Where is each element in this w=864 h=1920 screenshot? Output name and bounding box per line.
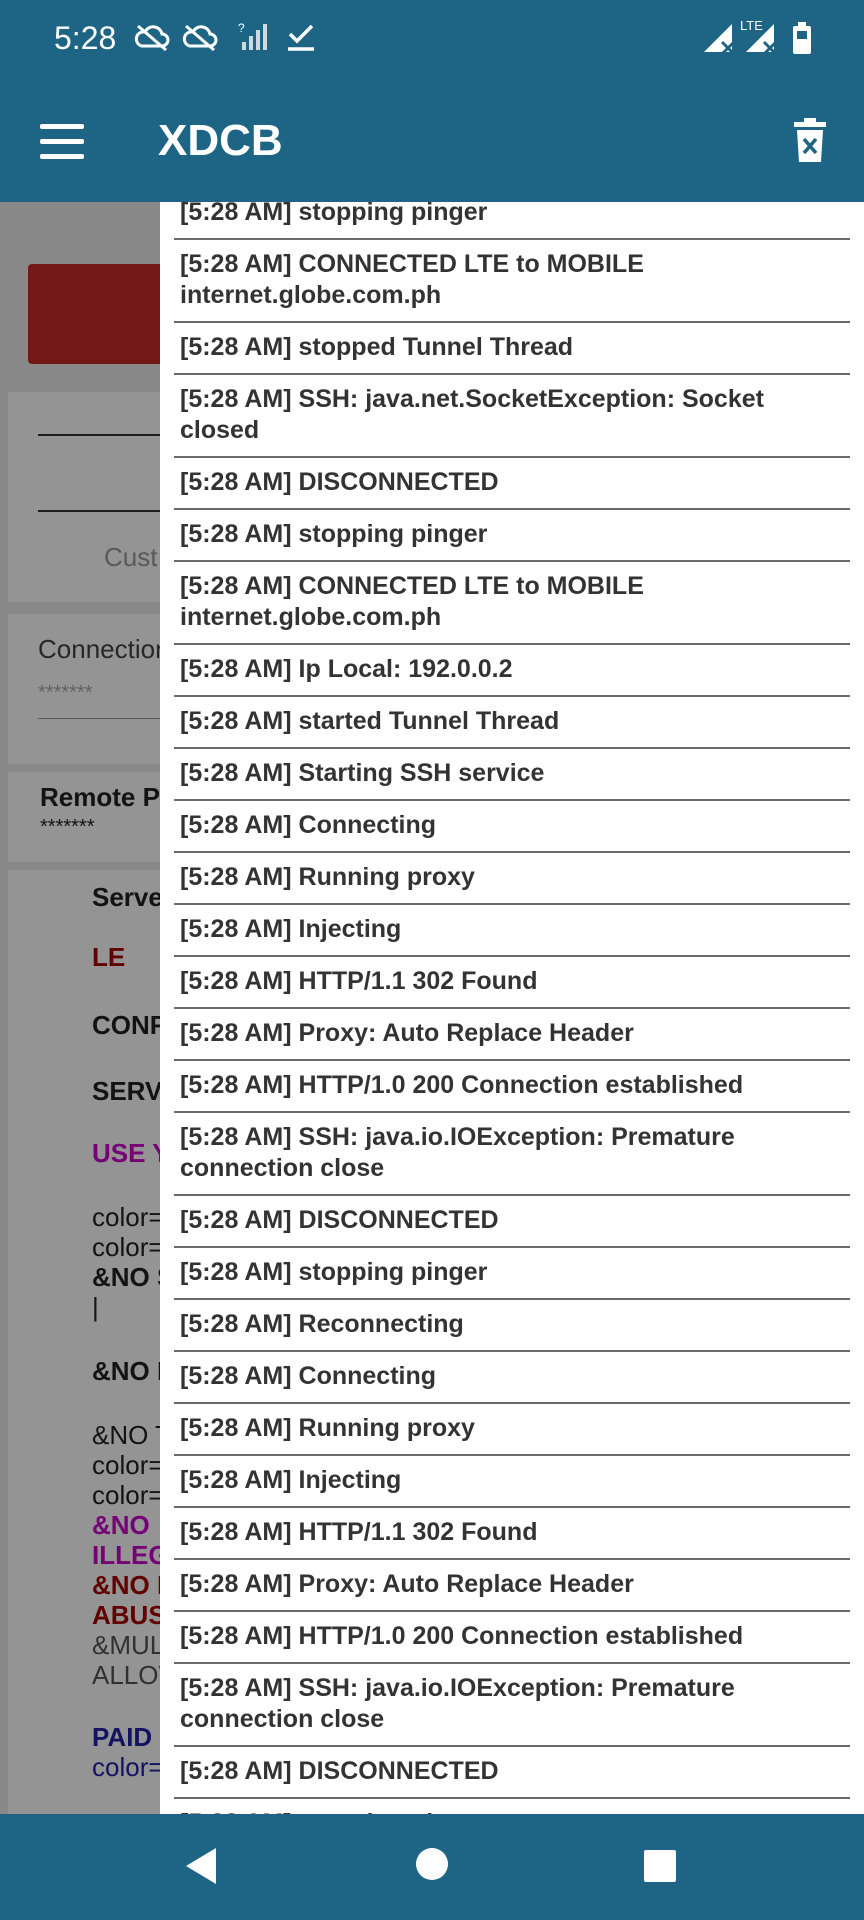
log-entry: [5:28 AM] Proxy: Auto Replace Header bbox=[174, 1560, 850, 1612]
log-entry: [5:28 AM] CONNECTED LTE to MOBILE intern… bbox=[174, 562, 850, 645]
check-download-icon bbox=[288, 24, 314, 51]
log-entry: [5:28 AM] Connecting bbox=[174, 801, 850, 853]
menu-icon[interactable] bbox=[40, 124, 84, 160]
status-time: 5:28 bbox=[54, 20, 117, 56]
log-entry: [5:28 AM] HTTP/1.1 302 Found bbox=[174, 957, 850, 1009]
signal-x-icon bbox=[704, 24, 736, 54]
log-entry: [5:28 AM] SSH: java.net.SocketException:… bbox=[174, 375, 850, 458]
log-entry: [5:28 AM] SSH: java.io.IOException: Prem… bbox=[174, 1113, 850, 1196]
log-entry: [5:28 AM] HTTP/1.0 200 Connection establ… bbox=[174, 1612, 850, 1664]
cloud-off-icon bbox=[182, 24, 218, 52]
app-bar: XDCB bbox=[0, 82, 864, 202]
log-entry: [5:28 AM] stopping pinger bbox=[174, 202, 850, 240]
svg-text:?: ? bbox=[238, 22, 245, 35]
log-entry: [5:28 AM] Running proxy bbox=[174, 853, 850, 905]
app-title: XDCB bbox=[158, 116, 283, 165]
status-bar: 5:28 ? LTE bbox=[0, 0, 864, 82]
log-entry: [5:28 AM] SSH: java.io.IOException: Prem… bbox=[174, 1664, 850, 1747]
log-entry: [5:28 AM] Injecting bbox=[174, 905, 850, 957]
cloud-off-icon bbox=[134, 24, 170, 52]
log-entry: [5:28 AM] CONNECTED LTE to MOBILE intern… bbox=[174, 240, 850, 323]
log-entry: [5:28 AM] DISCONNECTED bbox=[174, 1196, 850, 1248]
signal-x-icon bbox=[746, 24, 778, 54]
log-entry: [5:28 AM] HTTP/1.1 302 Found bbox=[174, 1508, 850, 1560]
log-entry: [5:28 AM] DISCONNECTED bbox=[174, 458, 850, 510]
log-entry: [5:28 AM] Proxy: Auto Replace Header bbox=[174, 1009, 850, 1061]
signal-unknown-icon: ? bbox=[238, 22, 267, 50]
log-entry: [5:28 AM] Ip Local: 192.0.0.2 bbox=[174, 645, 850, 697]
log-list: [5:28 AM] stopping pinger [5:28 AM] CONNE… bbox=[174, 202, 850, 1814]
home-icon[interactable] bbox=[416, 1848, 448, 1880]
log-entry: [5:28 AM] started Tunnel Thread bbox=[174, 697, 850, 749]
log-entry: [5:28 AM] Running proxy bbox=[174, 1404, 850, 1456]
log-entry: [5:28 AM] stopping pinger bbox=[174, 510, 850, 562]
log-entry: [5:28 AM] DISCONNECTED bbox=[174, 1747, 850, 1799]
recent-apps-icon[interactable] bbox=[644, 1850, 676, 1882]
log-entry: [5:28 AM] stopping pinger bbox=[174, 1248, 850, 1300]
log-entry: [5:28 AM] Connecting bbox=[174, 1352, 850, 1404]
log-entry: [5:28 AM] stopped Tunnel Thread bbox=[174, 323, 850, 375]
back-icon[interactable] bbox=[186, 1848, 216, 1884]
log-entry: [5:28 AM] stopping pinger bbox=[174, 1799, 850, 1814]
log-entry: [5:28 AM] HTTP/1.0 200 Connection establ… bbox=[174, 1061, 850, 1113]
log-entry: [5:28 AM] Reconnecting bbox=[174, 1300, 850, 1352]
log-entry: [5:28 AM] Starting SSH service bbox=[174, 749, 850, 801]
battery-icon bbox=[793, 22, 811, 54]
log-entry: [5:28 AM] Injecting bbox=[174, 1456, 850, 1508]
log-panel[interactable]: [5:28 AM] stopping pinger [5:28 AM] CONNE… bbox=[160, 202, 864, 1814]
navigation-bar bbox=[0, 1814, 864, 1920]
clear-log-icon[interactable] bbox=[790, 118, 830, 164]
